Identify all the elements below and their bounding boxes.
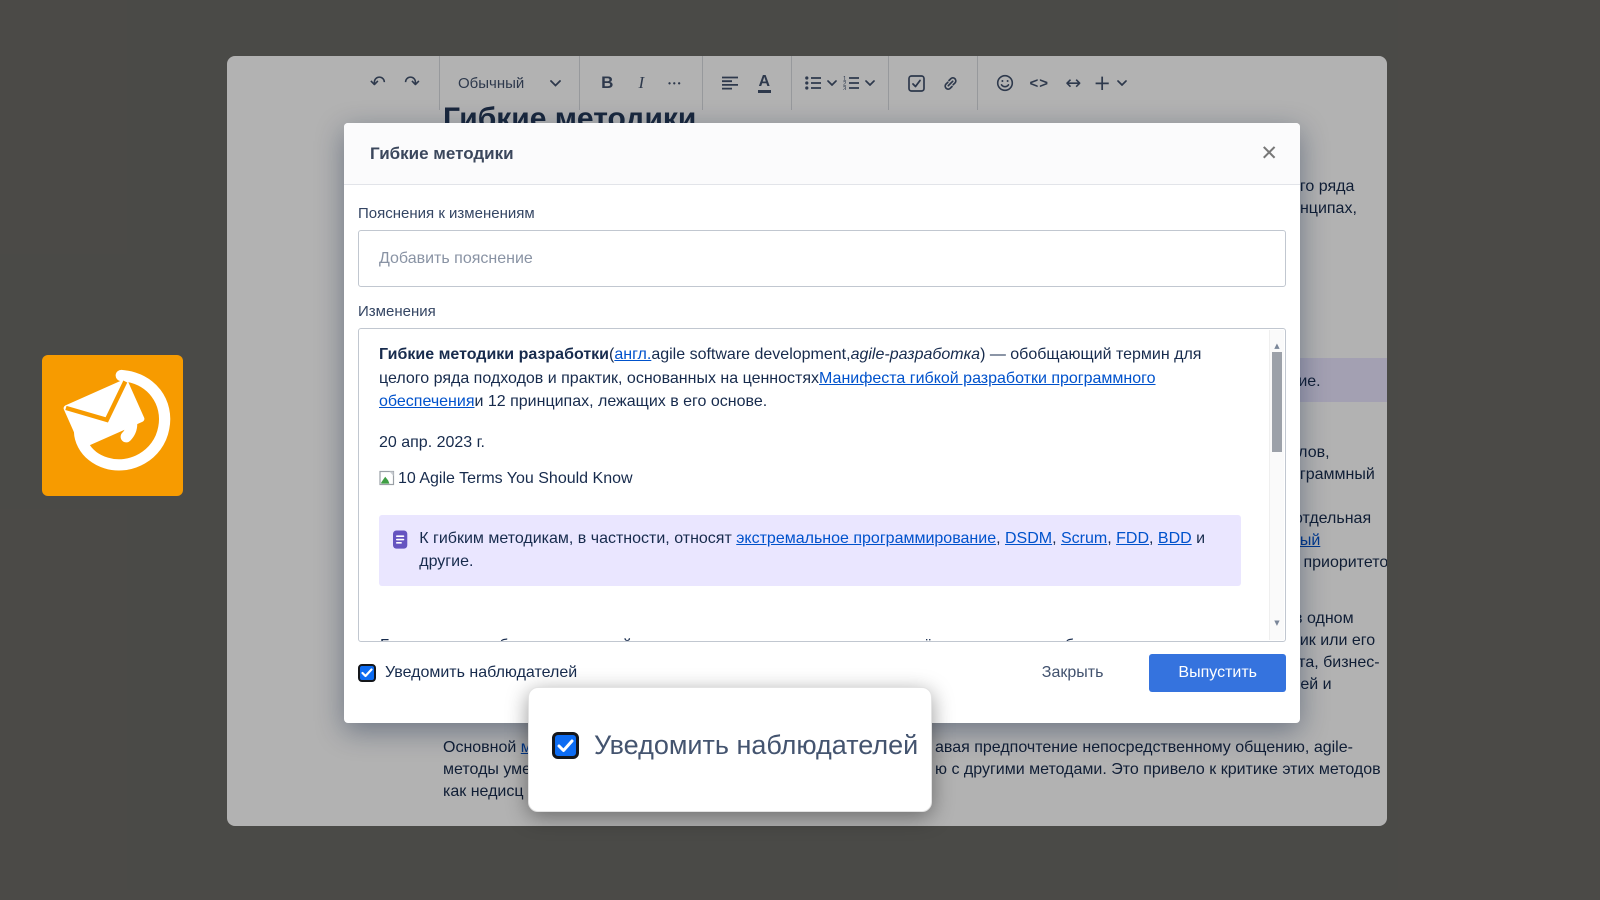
preview-italic-text: agile-разработка [851,346,981,363]
note-text: К гибким методикам, в частности, относят… [419,527,1223,574]
scrum-link[interactable]: Scrum [1061,530,1107,547]
note-plain: , [1149,530,1158,547]
changes-label: Изменения [358,303,1286,320]
close-icon[interactable]: ✕ [1260,143,1278,164]
check-icon [361,668,373,678]
note-icon [393,530,408,550]
notify-watchers-row[interactable]: Уведомить наблюдателей [358,664,577,682]
dialog-body: Пояснения к изменениям Изменения Гибкие … [344,185,1300,642]
preview-paragraph: Гибкие методики разработки(англ.agile so… [379,343,1245,414]
lang-link[interactable]: англ. [614,346,651,363]
fdd-link[interactable]: FDD [1116,530,1149,547]
explanation-label: Пояснения к изменениям [358,205,1286,222]
changes-preview: Гибкие методики разработки(англ.agile so… [358,328,1286,642]
dialog-title: Гибкие методики [370,144,514,164]
note-plain: К гибким методикам, в частности, относят [419,530,736,547]
notify-checkbox-zoomed[interactable] [552,732,579,759]
zoom-preview-popup: Уведомить наблюдателей [528,687,932,812]
dsdm-link[interactable]: DSDM [1005,530,1052,547]
note-plain: , [1107,530,1116,547]
notify-label-zoomed: Уведомить наблюдателей [594,730,918,761]
explanation-input[interactable] [358,230,1286,287]
preview-bold-text: Гибкие методики разработки [379,346,609,363]
publish-button[interactable]: Выпустить [1149,654,1286,692]
publish-dialog: Гибкие методики ✕ Пояснения к изменениям… [344,123,1300,723]
close-button[interactable]: Закрыть [1042,664,1104,682]
mail-app-logo[interactable] [42,355,183,496]
clipped-text-line: Большинство гибких методологий нацелены … [380,634,1245,642]
scroll-down-icon[interactable]: ▼ [1270,612,1284,636]
preview-scrollbar[interactable]: ▲ ▼ [1269,330,1284,640]
bdd-link[interactable]: BDD [1158,530,1192,547]
note-panel: К гибким методикам, в частности, относят… [379,515,1241,586]
footer-buttons: Закрыть Выпустить [1042,654,1286,692]
envelope-swirl-icon [50,363,175,488]
notify-checkbox-label: Уведомить наблюдателей [385,664,577,682]
preview-date: 20 апр. 2023 г. [379,431,1245,455]
note-plain: , [1052,530,1061,547]
image-alt-text: 10 Agile Terms You Should Know [398,467,633,491]
preview-text: agile software development, [651,346,850,363]
check-icon [557,739,574,753]
note-plain: , [996,530,1005,547]
xp-link[interactable]: экстремальное программирование [736,530,996,547]
scrollbar-thumb[interactable] [1272,352,1282,452]
broken-image-line: 10 Agile Terms You Should Know [379,467,1245,491]
preview-text: и 12 принципах, лежащих в его основе. [474,393,767,410]
dialog-header: Гибкие методики ✕ [344,123,1300,185]
broken-image-icon [379,470,396,487]
notify-checkbox[interactable] [358,664,376,682]
